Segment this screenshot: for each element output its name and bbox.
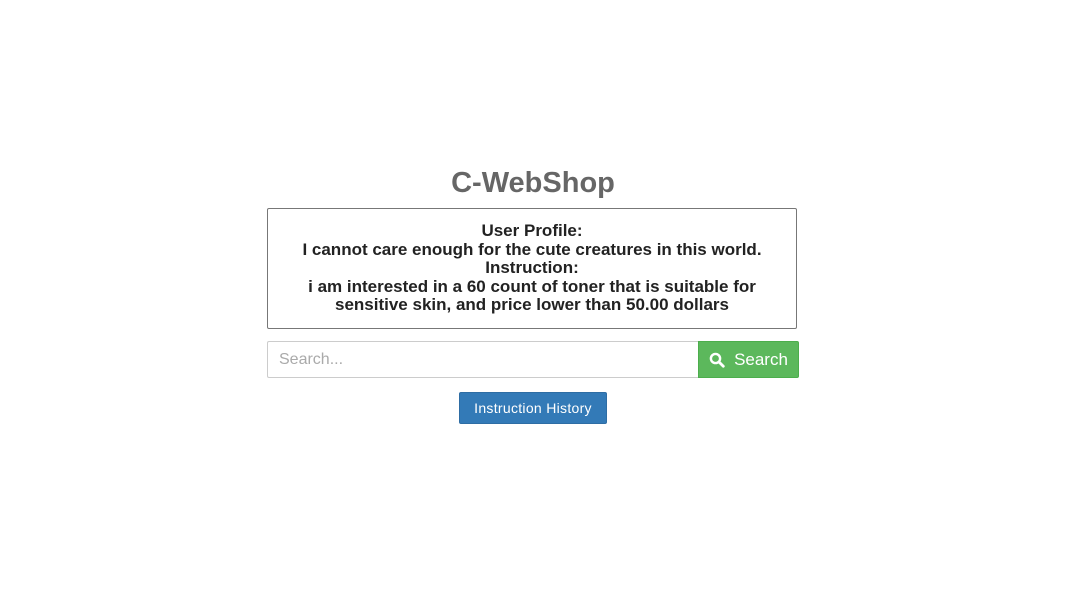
instruction-history-button[interactable]: Instruction History — [459, 392, 607, 424]
instruction-heading: Instruction: — [485, 258, 579, 278]
search-button[interactable]: Search — [698, 341, 799, 378]
page-title: C-WebShop — [451, 167, 615, 199]
profile-heading: User Profile: — [481, 221, 583, 241]
search-input[interactable] — [267, 341, 698, 378]
search-button-label: Search — [734, 349, 788, 369]
instruction-text: i am interested in a 60 count of toner t… — [308, 276, 756, 315]
search-bar: Search — [267, 341, 799, 378]
profile-text: I cannot care enough for the cute creatu… — [302, 239, 762, 259]
search-icon — [709, 352, 725, 368]
page: C-WebShop User Profile: I cannot care en… — [0, 0, 1080, 608]
instruction-panel: User Profile: I cannot care enough for t… — [267, 208, 797, 329]
